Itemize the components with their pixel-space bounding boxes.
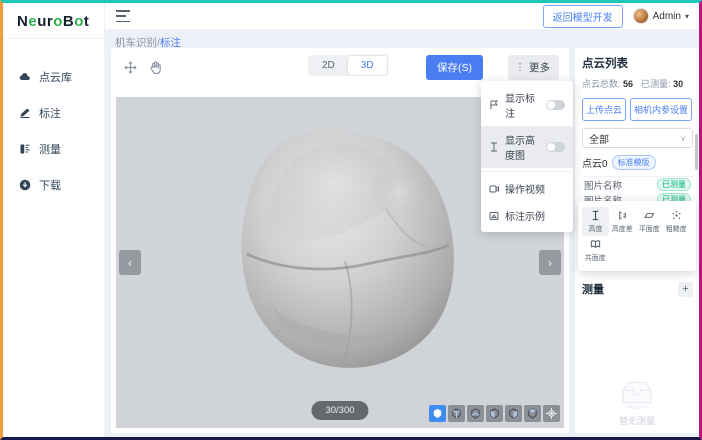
menu-item-show-annotation[interactable]: 显示标注 [481,84,573,126]
sidebar-item-pointcloud-library[interactable]: 点云库 [3,59,104,95]
viewer-card: 2D 3D 保存(S) ⋮更多 [111,48,569,433]
next-image-button[interactable]: › [539,250,561,275]
upload-pointcloud-button[interactable]: 上传点云 [582,98,626,121]
download-icon [19,179,31,191]
image-counter: 30/300 [311,401,368,420]
prev-image-button[interactable]: ‹ [119,250,141,275]
reset-view-button[interactable] [543,405,560,422]
list-scrollbar[interactable] [695,134,698,170]
measure-section-title: 测量 [582,281,604,297]
hand-grab-icon[interactable] [148,60,163,75]
back-to-model-dev-button[interactable]: 返回模型开发 [543,5,623,28]
coplanarity-tool-icon [590,239,601,250]
image-row[interactable]: 图片名称 已测量 [582,177,693,192]
panel-stats: 点云总数: 56 已测量: 30 [582,77,693,90]
app-logo: NeuroBot [3,3,104,39]
flatness-tool-icon [644,210,655,221]
sidebar-item-annotate[interactable]: 标注 [3,95,104,131]
cloud-icon [19,71,31,83]
height-tool-icon [590,210,601,221]
empty-text: 暂无测量 [619,414,655,427]
username: Admin [653,11,681,22]
show-heightmap-toggle[interactable] [546,142,565,152]
top-header: 返回模型开发 Admin ▾ [105,3,699,30]
tooth-model [211,111,479,397]
total-count: 56 [623,79,633,89]
tool-flatness[interactable]: 平面度 [636,207,663,236]
view-2d-button[interactable]: 2D [309,56,348,75]
pan-move-icon[interactable] [123,60,138,75]
example-icon [489,211,499,221]
sidebar-item-label: 下载 [39,177,61,193]
app-window: NeuroBot 点云库 标注 测量 下载 返回模型开发 [0,0,702,440]
measured-badge: 已测量 [657,178,691,191]
pen-icon [19,107,31,119]
show-annotation-toggle[interactable] [546,100,565,110]
flag-icon [489,100,499,110]
height-icon [489,142,499,152]
sidebar-item-label: 测量 [39,141,61,157]
view-right-button[interactable] [505,405,522,422]
sidebar: NeuroBot 点云库 标注 测量 下载 [3,3,105,437]
avatar [633,8,649,24]
panel-title: 点云列表 [582,55,693,71]
menu-item-annotation-example[interactable]: 标注示例 [481,202,573,229]
sidebar-item-download[interactable]: 下载 [3,167,104,203]
measure-icon [19,143,31,155]
height-diff-tool-icon [617,210,628,221]
filter-select[interactable]: 全部 ∨ [582,128,693,148]
view-top-button[interactable] [524,405,541,422]
measure-tools-popup: 高度 高度差 平面度 粗糙度 共面度 [578,201,696,271]
empty-box-icon [616,376,658,410]
pointcloud-list-panel: 点云列表 点云总数: 56 已测量: 30 上传点云 相机内参设置 全部 ∨ 点… [575,48,699,433]
sidebar-item-measure[interactable]: 测量 [3,131,104,167]
pointcloud-item[interactable]: 点云0 标准模版 [582,155,693,177]
breadcrumb-current: 标注 [160,37,181,49]
view-front-button[interactable] [448,405,465,422]
view-left-button[interactable] [486,405,503,422]
save-button[interactable]: 保存(S) [426,55,483,80]
tool-roughness[interactable]: 粗糙度 [663,207,690,236]
collapse-sidebar-icon[interactable] [116,10,130,22]
breadcrumb: 机车识别/标注 [115,35,181,50]
tool-coplanarity[interactable]: 共面度 [582,236,609,265]
view-mode-toggle: 2D 3D [308,55,388,76]
tool-height-diff[interactable]: 高度差 [609,207,636,236]
camera-params-button[interactable]: 相机内参设置 [630,98,692,121]
menu-item-show-heightmap[interactable]: 显示高度图 [481,126,573,168]
view-default-button[interactable] [429,405,446,422]
sidebar-item-label: 点云库 [39,69,72,85]
template-tag: 标准模版 [612,155,656,170]
video-icon [489,184,499,194]
dots-icon: ⋮ [515,62,525,73]
menu-divider [481,171,573,172]
roughness-tool-icon [671,210,682,221]
menu-item-operation-video[interactable]: 操作视频 [481,175,573,202]
more-button[interactable]: ⋮更多 [508,55,559,80]
breadcrumb-parent[interactable]: 机车识别 [115,37,157,49]
more-dropdown-menu: 显示标注 显示高度图 操作视频 标注示例 [481,81,573,232]
chevron-down-icon: ∨ [680,134,686,143]
user-menu[interactable]: Admin ▾ [633,8,689,24]
sidebar-item-label: 标注 [39,105,61,121]
add-measure-button[interactable]: + [678,282,693,297]
measured-count: 30 [673,79,683,89]
view-back-button[interactable] [467,405,484,422]
chevron-down-icon: ▾ [685,12,689,21]
empty-state: 暂无测量 [575,376,699,427]
view-3d-button[interactable]: 3D [348,56,387,75]
view-orientation-bar [429,405,560,422]
tool-height[interactable]: 高度 [582,207,609,236]
